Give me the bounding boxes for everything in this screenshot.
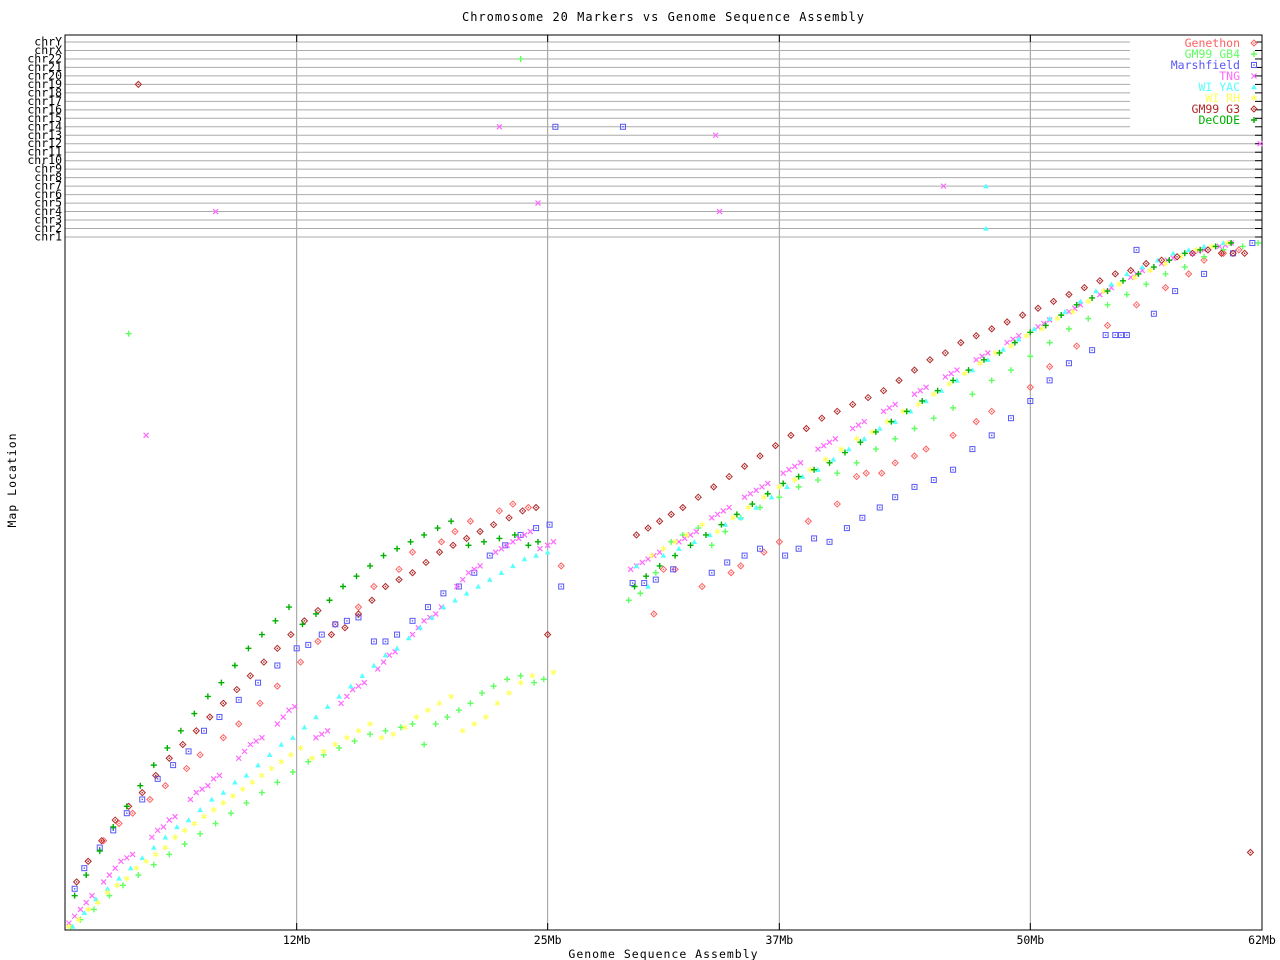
legend-symbol <box>1251 62 1257 68</box>
legend-symbol <box>1250 105 1258 113</box>
legend-symbol <box>1251 84 1257 90</box>
chromosome-row-lines <box>65 41 1262 238</box>
chromosome-labels: chrYchrXchr22chr21chr20chr19chr18chr17ch… <box>27 35 62 244</box>
series-decode <box>71 240 1235 899</box>
legend: GenethonGM99 GB4MarshfieldTNGWI YACWI RH… <box>1171 36 1258 127</box>
legend-symbol <box>1251 51 1257 57</box>
x-tick-label: 25Mb <box>534 933 562 947</box>
chromosome-label: chr1 <box>34 229 62 243</box>
series-wi-yac <box>69 240 1227 929</box>
x-tick-label: 50Mb <box>1016 933 1044 947</box>
series-gm99-gb4 <box>67 240 1262 930</box>
legend-label: DeCODE <box>1198 113 1240 127</box>
plot-page: Chromosome 20 Markers vs Genome Sequence… <box>0 0 1280 960</box>
x-tick-label: 37Mb <box>765 933 793 947</box>
series-tng <box>65 240 1235 927</box>
legend-symbol <box>1250 39 1258 47</box>
x-tick-label: 62Mb <box>1248 933 1276 947</box>
x-tick-label: 12Mb <box>283 933 311 947</box>
legend-item: DeCODE <box>1198 113 1257 127</box>
scatter-chart: 12Mb 25Mb 37Mb 50Mb 62Mb chrYchrXchr22chr21ch… <box>27 34 1276 947</box>
legend-symbol <box>1251 95 1257 101</box>
legend-item: Marshfield <box>1171 58 1257 72</box>
